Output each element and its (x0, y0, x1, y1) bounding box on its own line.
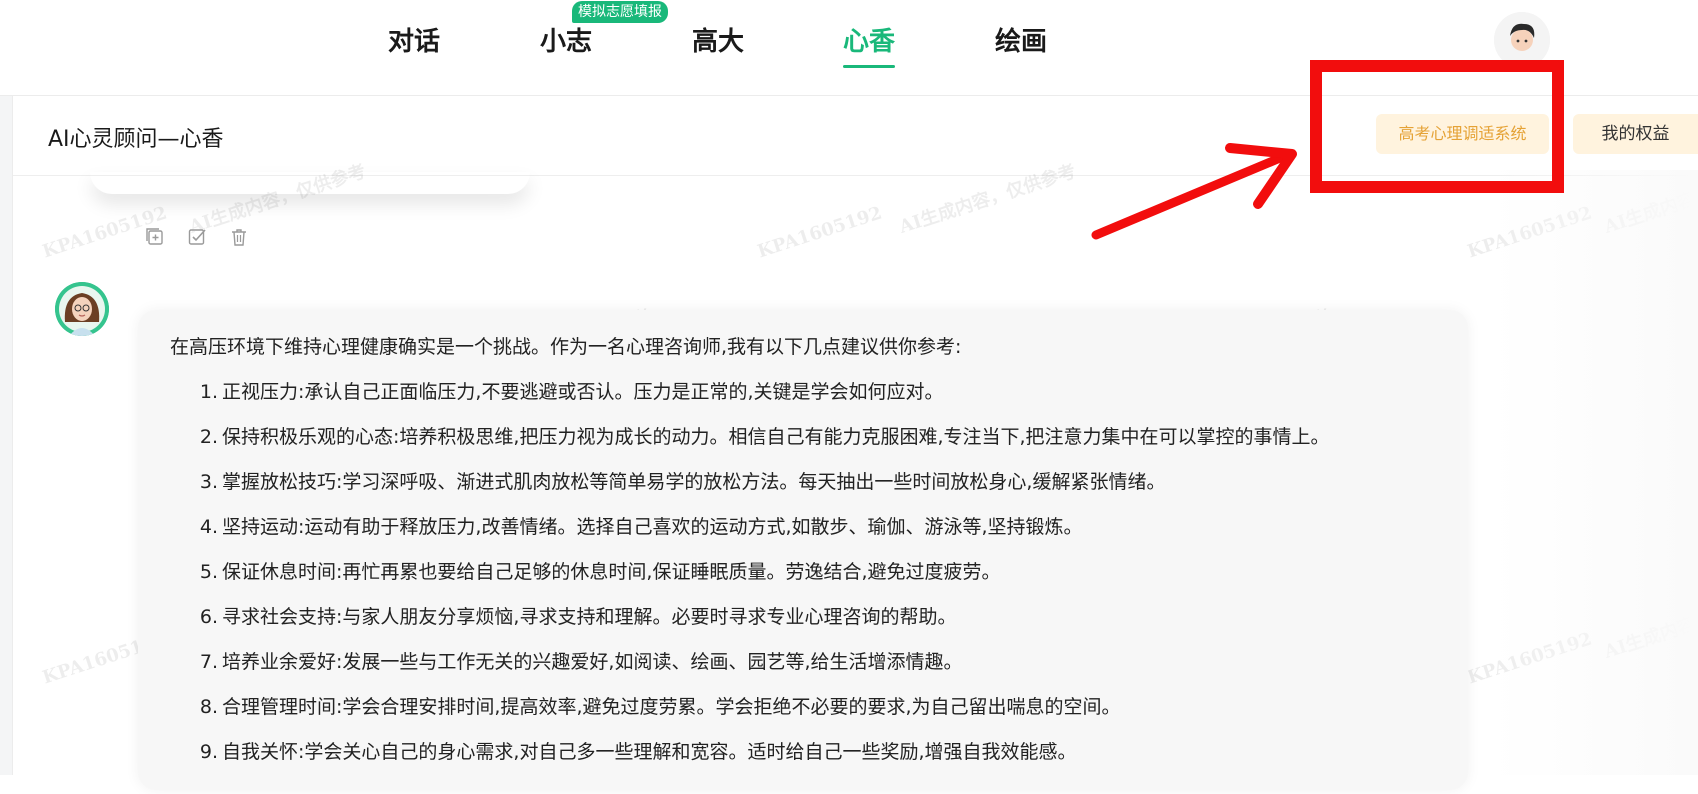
add-icon[interactable] (145, 227, 165, 247)
list-item: 9. 自我关怀:学会关心自己的身心需求,对自己多一些理解和宽容。适时给自己一些奖励… (199, 741, 1077, 763)
page-title: AI心灵顾问—心香 (48, 127, 224, 152)
my-rights-button[interactable]: 我的权益 (1573, 114, 1698, 154)
simulation-badge: 模拟志愿填报 (572, 1, 668, 23)
chat-header: AI心灵顾问—心香 高考心理调适系统 我的权益 (13, 96, 1698, 176)
list-item: 2. 保持积极乐观的心态:培养积极思维,把压力视为成长的动力。相信自己有能力克服困… (199, 426, 1330, 448)
message-intro: 在高压环境下维持心理健康确实是一个挑战。作为一名心理咨询师,我有以下几点建议供你… (170, 336, 962, 358)
list-item: 7. 培养业余爱好:发展一些与工作无关的兴趣爱好,如阅读、绘画、园艺等,给生活增添… (199, 651, 963, 673)
list-item: 3. 掌握放松技巧:学习深呼吸、渐进式肌肉放松等简单易学的放松方法。每天抽出一些时… (199, 471, 1166, 493)
psych-adjust-system-button[interactable]: 高考心理调适系统 (1376, 114, 1549, 154)
list-item: 4. 坚持运动:运动有助于释放压力,改善情绪。选择自己喜欢的运动方式,如散步、瑜伽… (199, 516, 1083, 538)
top-nav: 对话 小志 模拟志愿填报 高大 心香 绘画 (0, 0, 1698, 96)
left-sidebar-strip (0, 96, 13, 775)
list-item: 6. 寻求社会支持:与家人朋友分享烦恼,寻求支持和理解。必要时寻求专业心理咨询的帮… (199, 606, 957, 628)
tab-painting[interactable]: 绘画 (995, 24, 1047, 60)
active-tab-underline (843, 65, 896, 68)
checklist-icon[interactable] (187, 227, 207, 247)
tab-dialogue[interactable]: 对话 (388, 24, 440, 60)
message-actions (145, 227, 249, 247)
list-item: 8. 合理管理时间:学会合理安排时间,提高效率,避免过度劳累。学会拒绝不必要的要求… (199, 696, 1121, 718)
watermark-id: KPA1605192 (1464, 202, 1595, 263)
assistant-avatar (55, 282, 109, 336)
tab-xiaozhi[interactable]: 小志 (540, 24, 592, 60)
watermark-text: AI生成内容，仅供参考 (1601, 585, 1698, 663)
watermark-id: KPA1605192 (754, 202, 885, 263)
user-avatar-icon (1494, 12, 1550, 68)
previous-message-bubble (90, 172, 530, 194)
tab-gaoda[interactable]: 高大 (692, 24, 744, 60)
tab-xinxiang[interactable]: 心香 (843, 24, 896, 68)
watermark-id: KPA1605192 (1464, 628, 1595, 689)
trash-icon[interactable] (229, 227, 249, 247)
user-avatar[interactable] (1494, 12, 1550, 68)
list-item: 1. 正视压力:承认自己正面临压力,不要逃避或否认。压力是正常的,关键是学会如何应… (199, 381, 944, 403)
advice-list: 1. 正视压力:承认自己正面临压力,不要逃避或否认。压力是正常的,关键是学会如何应… (196, 370, 1330, 775)
assistant-message-bubble: 在高压环境下维持心理健康确实是一个挑战。作为一名心理咨询师,我有以下几点建议供你… (138, 310, 1468, 790)
right-edge-fade (1490, 170, 1698, 775)
list-item: 5. 保证休息时间:再忙再累也要给自己足够的休息时间,保证睡眠质量。劳逸结合,避免… (199, 561, 1001, 583)
assistant-avatar-icon (55, 282, 109, 336)
